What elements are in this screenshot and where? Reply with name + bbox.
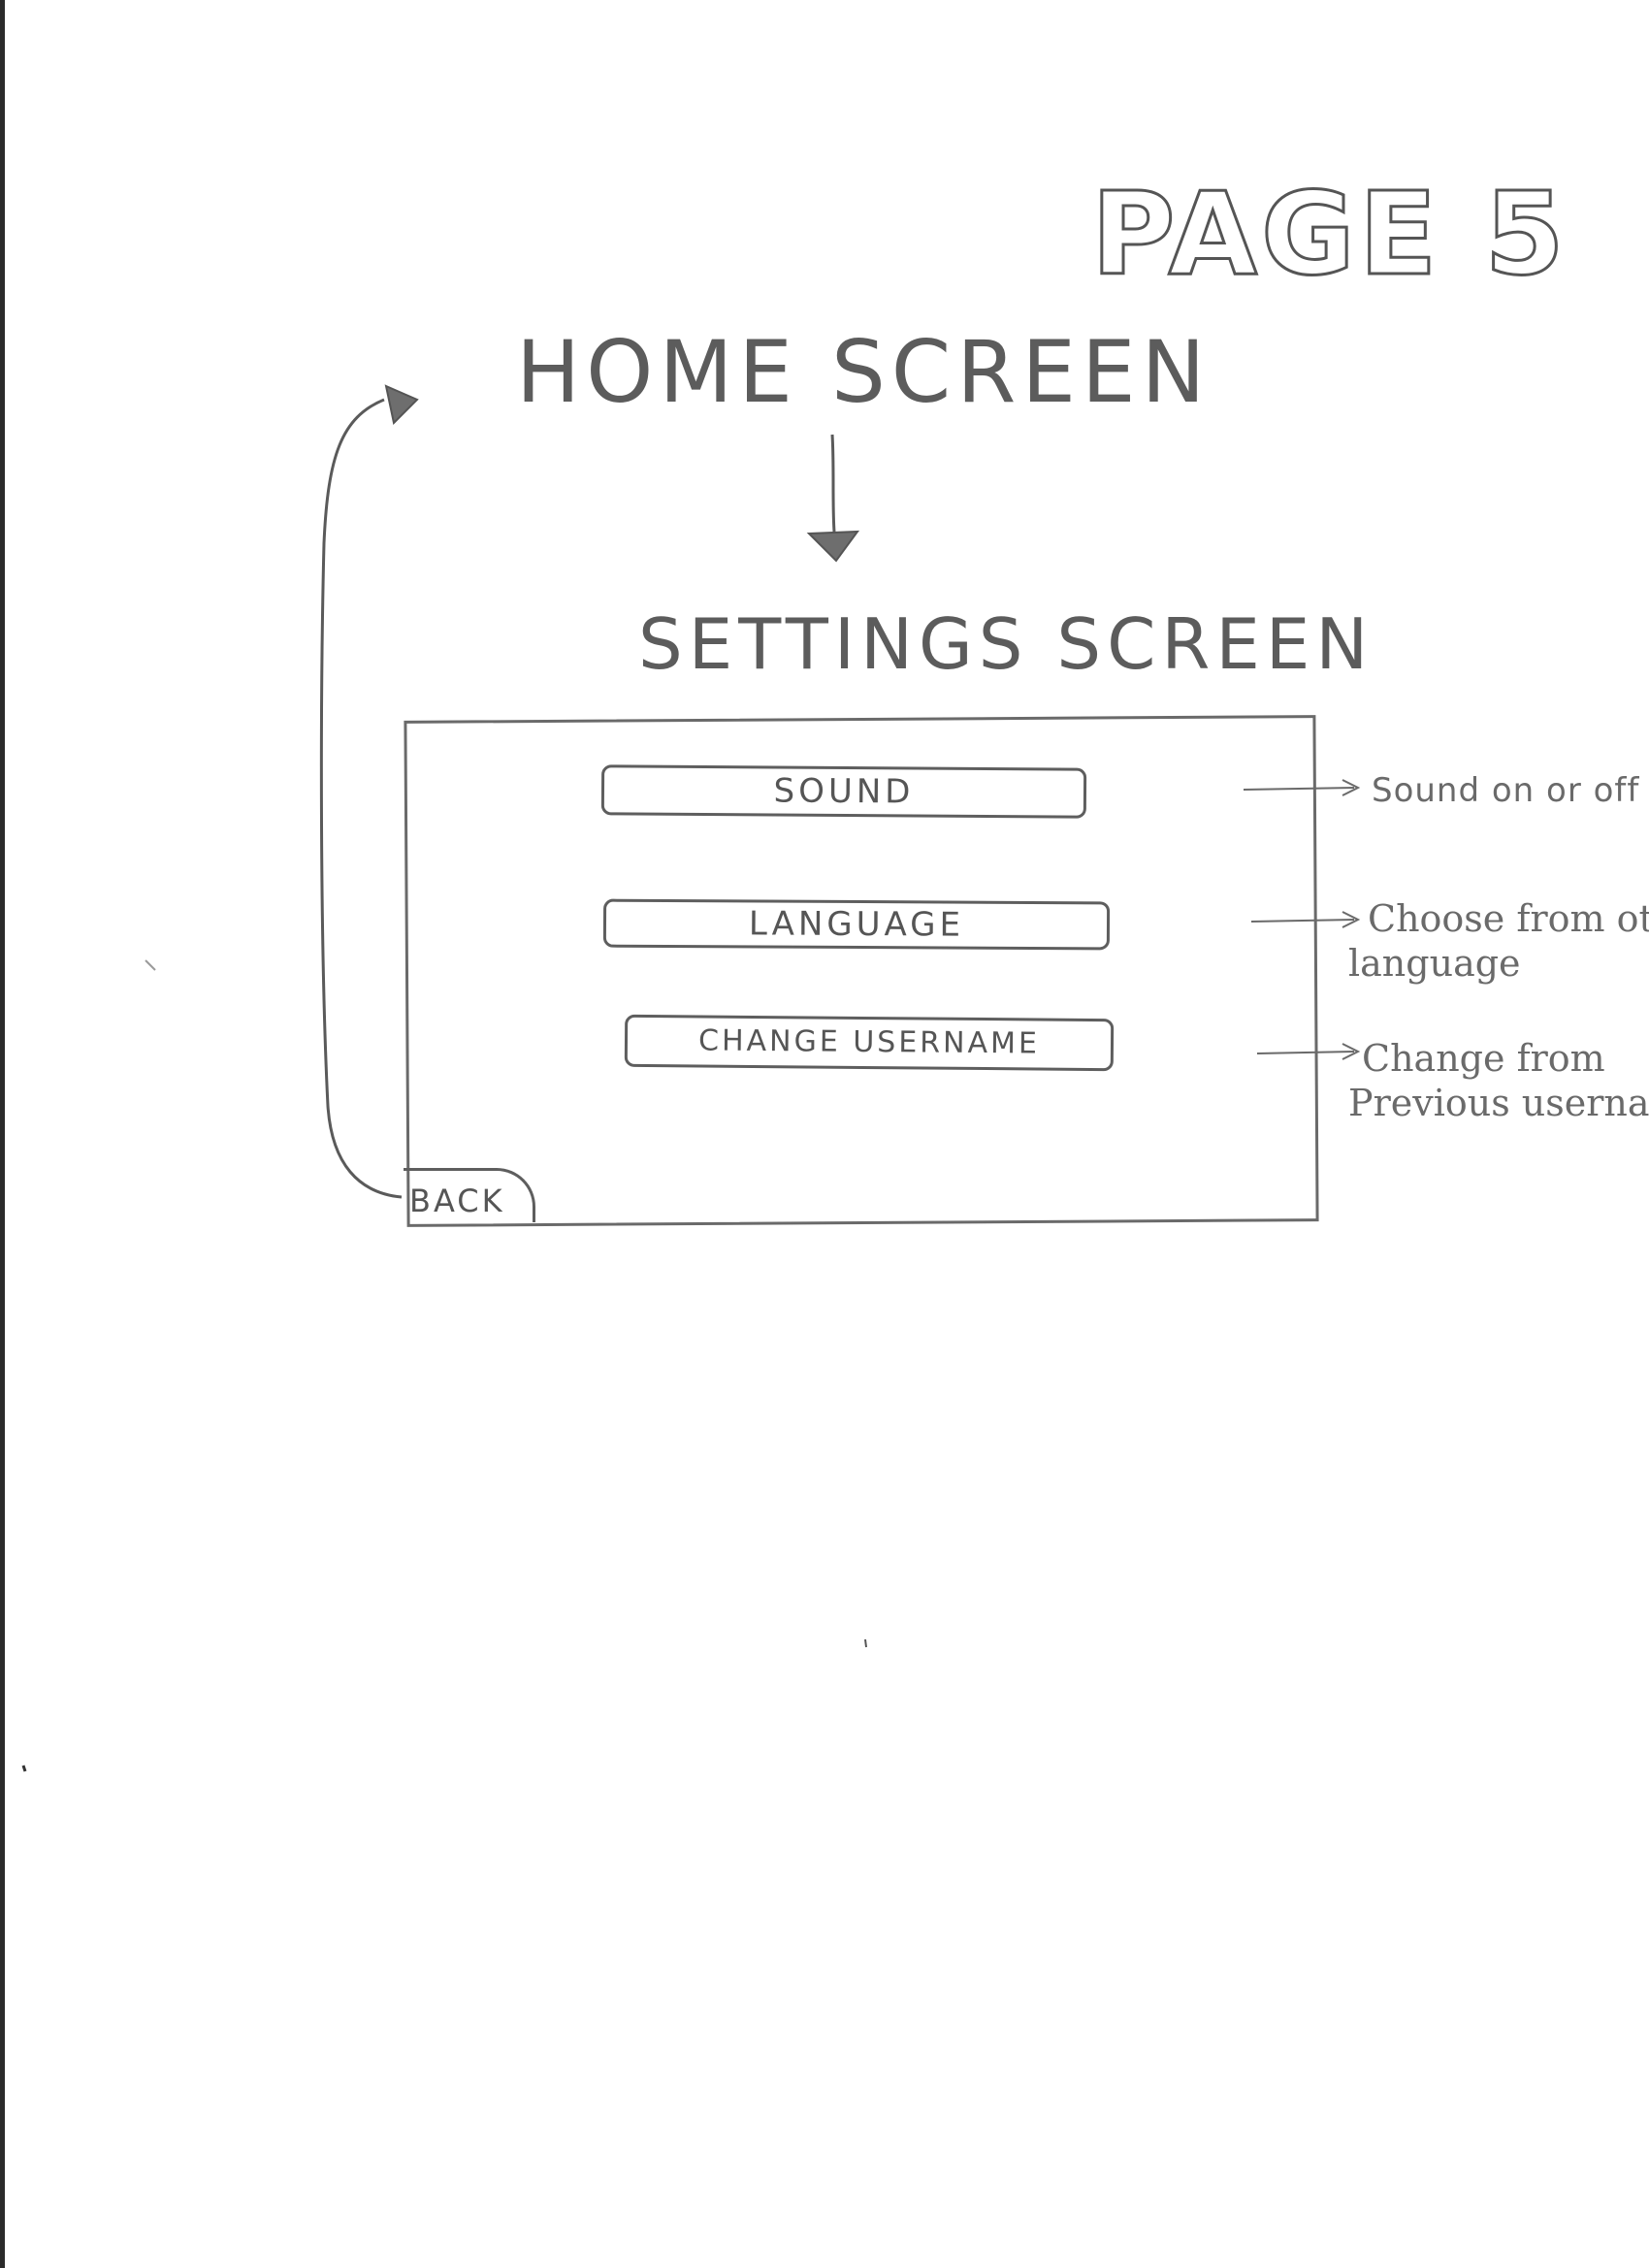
home-to-settings-arrowhead [806,530,860,563]
back-to-home-arrow-line [319,398,403,1199]
back-to-home-arrowhead [384,384,419,426]
home-to-settings-arrow-line [830,434,836,533]
stray-mark [145,959,156,971]
username-note-line: Change from [1362,1037,1605,1080]
change-username-button[interactable]: CHANGE USERNAME [624,1014,1115,1072]
username-note-line: Previous usernam [1348,1082,1649,1124]
stray-mark [864,1638,867,1648]
back-button[interactable]: BACK [404,1168,535,1222]
language-note-line: Choose from othe [1368,897,1649,940]
settings-screen-title: SETTINGS SCREEN [638,603,1374,685]
sound-note: Sound on or off [1372,768,1639,813]
username-note: Change from Previous usernam [1348,1036,1649,1125]
language-note-line: language [1348,942,1521,985]
language-button[interactable]: LANGUAGE [602,898,1111,951]
sound-note-line: Sound on or off [1372,771,1640,810]
home-screen-title: HOME SCREEN [516,322,1212,422]
stray-mark [21,1765,27,1772]
page-number: PAGE 5 [1090,167,1568,301]
language-note: Choose from othe language [1348,896,1649,986]
sound-button[interactable]: SOUND [600,764,1087,819]
